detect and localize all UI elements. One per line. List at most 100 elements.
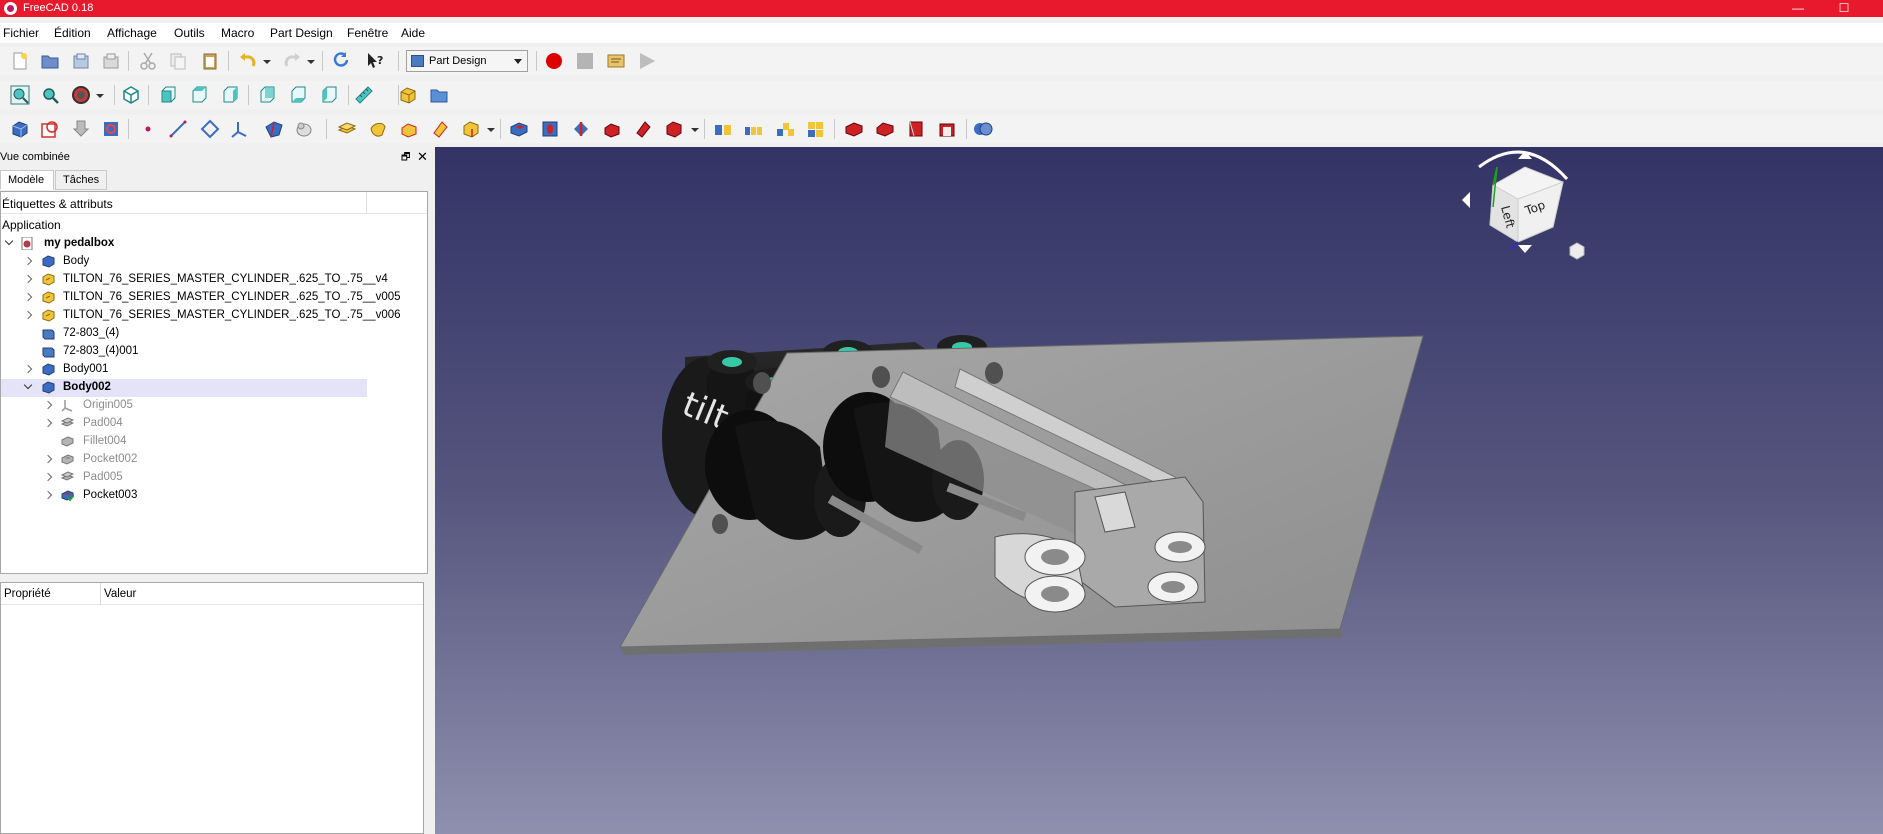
save-button[interactable]	[69, 49, 93, 73]
copy-button[interactable]	[166, 49, 190, 73]
create-body-button[interactable]	[8, 117, 32, 141]
menu-aide[interactable]: Aide	[401, 26, 425, 40]
close-panel-button[interactable]: ✕	[417, 149, 429, 164]
undo-dropdown[interactable]	[262, 49, 271, 73]
menu-fichier[interactable]: Fichier	[3, 26, 39, 40]
minimize-button[interactable]: —	[1776, 0, 1820, 17]
redo-dropdown[interactable]	[306, 49, 315, 73]
additive-pipe-button[interactable]	[428, 117, 452, 141]
datum-line-button[interactable]	[166, 117, 190, 141]
undo-button[interactable]	[236, 49, 260, 73]
datum-plane-button[interactable]	[198, 117, 222, 141]
expand-arrow-icon[interactable]	[24, 383, 32, 393]
value-column-header[interactable]: Valeur	[104, 588, 136, 600]
expand-arrow-icon[interactable]	[43, 419, 51, 429]
polar-pattern-button[interactable]	[773, 117, 797, 141]
refresh-button[interactable]	[329, 49, 353, 73]
tree-item-part[interactable]: TILTON_76_SERIES_MASTER_CYLINDER_.625_TO…	[1, 289, 401, 307]
additive-loft-button[interactable]	[397, 117, 421, 141]
3d-scene[interactable]: tilton Left Top	[435, 147, 1883, 834]
menu-fenetre[interactable]: Fenêtre	[347, 26, 388, 40]
float-panel-button[interactable]: 🗗	[401, 150, 413, 163]
expand-arrow-icon[interactable]	[23, 293, 31, 303]
column-divider[interactable]	[100, 583, 101, 605]
subtractive-primitive-dropdown[interactable]	[690, 117, 699, 141]
subtractive-pipe-button[interactable]	[631, 117, 655, 141]
navcube-menu-icon[interactable]	[1569, 242, 1585, 260]
tree-item-feature[interactable]: 72-803_(4)	[1, 325, 367, 343]
expand-arrow-icon[interactable]	[43, 491, 51, 501]
draw-style-button[interactable]	[69, 83, 93, 107]
paste-button[interactable]	[198, 49, 222, 73]
whats-this-button[interactable]: ?	[363, 49, 387, 73]
expand-arrow-icon[interactable]	[23, 365, 31, 375]
tree-item-body[interactable]: Body	[1, 253, 367, 271]
subtractive-loft-button[interactable]	[600, 117, 624, 141]
tree-item-feature[interactable]: 72-803_(4)001	[1, 343, 367, 361]
tree-item-pad[interactable]: Pad005	[1, 469, 367, 487]
pocket-button[interactable]	[507, 117, 531, 141]
shape-binder-button[interactable]	[262, 117, 286, 141]
view-rear-button[interactable]	[254, 83, 278, 107]
menu-affichage[interactable]: Affichage	[107, 26, 157, 40]
menu-part-design[interactable]: Part Design	[270, 26, 333, 40]
cut-button[interactable]	[136, 49, 160, 73]
tab-modele[interactable]: Modèle	[0, 170, 54, 190]
3d-viewport[interactable]: tilton Left Top	[435, 147, 1883, 834]
expand-arrow-icon[interactable]	[43, 401, 51, 411]
additive-primitive-dropdown[interactable]	[486, 117, 495, 141]
view-isometric-button[interactable]	[119, 83, 143, 107]
draw-style-dropdown[interactable]	[95, 83, 104, 107]
subtractive-primitive-button[interactable]	[662, 117, 686, 141]
tree-item-part[interactable]: TILTON_76_SERIES_MASTER_CYLINDER_.625_TO…	[1, 271, 388, 289]
thickness-button[interactable]	[935, 117, 959, 141]
datum-point-button[interactable]	[136, 117, 160, 141]
tree-item-pocket-tip[interactable]: Pocket003	[1, 487, 367, 505]
tree-item-body[interactable]: Body001	[1, 361, 367, 379]
maximize-button[interactable]: ☐	[1822, 0, 1866, 17]
expand-arrow-icon[interactable]	[43, 455, 51, 465]
local-cs-button[interactable]	[228, 117, 252, 141]
tree-item-pocket[interactable]: Pocket002	[1, 451, 367, 469]
expand-arrow-icon[interactable]	[5, 239, 13, 249]
nav-arrow-left-icon[interactable]	[1462, 192, 1470, 208]
fillet-button[interactable]	[842, 117, 866, 141]
expand-arrow-icon[interactable]	[43, 473, 51, 483]
validate-sketch-button[interactable]	[69, 117, 93, 141]
view-top-button[interactable]	[186, 83, 210, 107]
boolean-button[interactable]	[971, 117, 995, 141]
tree-item-pad[interactable]: Pad004	[1, 415, 367, 433]
expand-arrow-icon[interactable]	[23, 275, 31, 285]
create-part-button[interactable]	[396, 83, 420, 107]
tree-item-fillet[interactable]: Fillet004	[1, 433, 367, 451]
navigation-cube[interactable]: Left Top	[1462, 150, 1585, 260]
multi-transform-button[interactable]	[804, 117, 828, 141]
expand-arrow-icon[interactable]	[23, 311, 31, 321]
property-column-header[interactable]: Propriété	[4, 588, 51, 600]
create-group-button[interactable]	[427, 83, 451, 107]
clone-button[interactable]	[292, 117, 316, 141]
fit-selection-button[interactable]	[38, 83, 62, 107]
mirrored-button[interactable]	[711, 117, 735, 141]
tree-item-document[interactable]: my pedalbox	[1, 235, 367, 253]
linear-pattern-button[interactable]	[742, 117, 766, 141]
new-document-button[interactable]	[8, 49, 32, 73]
revolution-button[interactable]	[366, 117, 390, 141]
view-bottom-button[interactable]	[285, 83, 309, 107]
view-front-button[interactable]	[155, 83, 179, 107]
expand-arrow-icon[interactable]	[23, 257, 31, 267]
redo-button[interactable]	[280, 49, 304, 73]
tree-item-body-active[interactable]: Body002	[1, 379, 367, 397]
view-left-button[interactable]	[316, 83, 340, 107]
macro-record-button[interactable]	[542, 49, 566, 73]
menu-outils[interactable]: Outils	[174, 26, 205, 40]
additive-primitive-button[interactable]	[459, 117, 483, 141]
fit-all-button[interactable]	[8, 83, 32, 107]
tree-item-part[interactable]: TILTON_76_SERIES_MASTER_CYLINDER_.625_TO…	[1, 307, 401, 325]
macro-stop-button[interactable]	[573, 49, 597, 73]
nav-arrow-down-icon[interactable]	[1518, 245, 1532, 253]
view-right-button[interactable]	[217, 83, 241, 107]
workbench-selector[interactable]: Part Design	[406, 50, 528, 72]
pad-button[interactable]	[335, 117, 359, 141]
save-as-button[interactable]	[99, 49, 123, 73]
